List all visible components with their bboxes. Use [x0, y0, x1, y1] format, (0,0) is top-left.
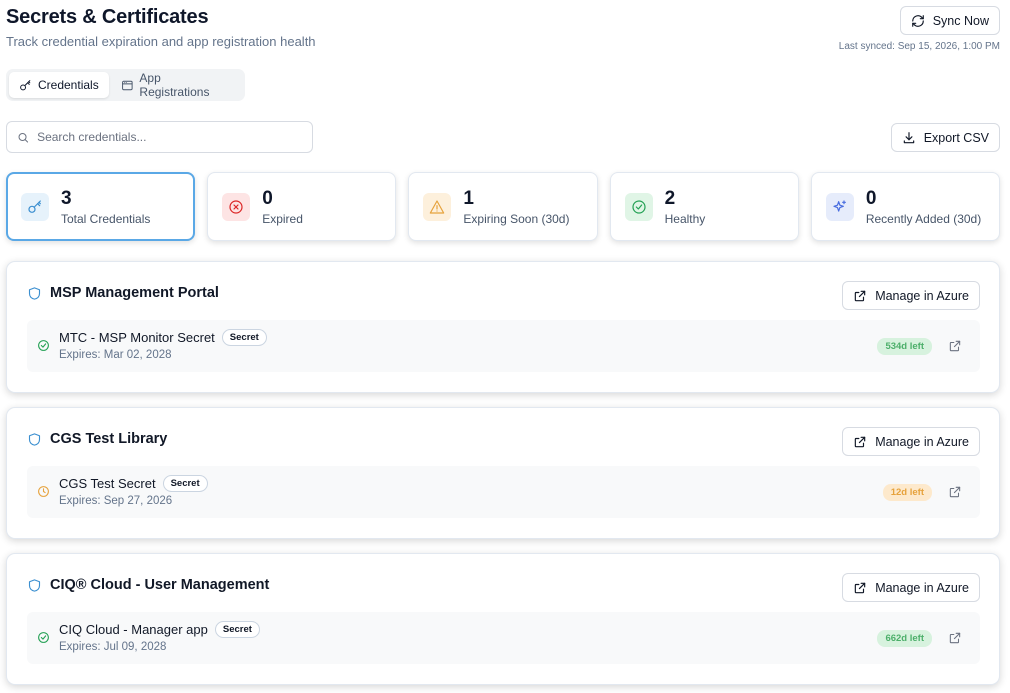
app-name: MSP Management Portal	[50, 285, 219, 301]
credential-expiry: Expires: Jul 09, 2028	[59, 641, 167, 653]
export-csv-button[interactable]: Export CSV	[890, 123, 1000, 152]
credential-type-badge: Secret	[221, 329, 267, 346]
app-card: CIQ® Cloud - User Management Manage in A…	[6, 553, 1000, 685]
stat-expiring-soon[interactable]: 1 Expiring Soon (30d)	[408, 172, 598, 241]
tab-credentials[interactable]: Credentials	[9, 72, 109, 98]
app-card-header: MSP Management Portal	[27, 285, 219, 301]
view-tabs: Credentials App Registrations	[6, 69, 245, 101]
sparkles-icon	[833, 199, 846, 212]
stat-icon-wrap	[21, 192, 49, 221]
app-card: MSP Management Portal Manage in Azure MT…	[6, 261, 1000, 393]
days-left-badge: 534d left	[877, 338, 932, 355]
stat-value: 0	[262, 187, 273, 209]
stats-row: 3 Total Credentials 0 Expired 1 Expiring…	[6, 172, 1001, 241]
tab-app-registrations-label: App Registrations	[139, 71, 210, 99]
shield-icon	[28, 286, 41, 300]
credential-status	[37, 339, 50, 352]
page-header: Secrets & Certificates Track credential …	[6, 6, 1000, 66]
external-link-icon	[949, 340, 961, 352]
manage-in-azure-button[interactable]: Manage in Azure	[842, 281, 980, 310]
last-synced-text: Last synced: Sep 15, 2026, 1:00 PM	[838, 41, 1000, 52]
credential-row: MTC - MSP Monitor Secret Secret Expires:…	[27, 320, 980, 372]
stat-value: 1	[463, 187, 474, 209]
search-input[interactable]	[37, 130, 302, 144]
open-credential-link[interactable]	[948, 339, 962, 353]
stat-icon-wrap	[423, 192, 452, 221]
credential-name: CGS Test Secret	[59, 476, 156, 491]
stat-label: Recently Added (30d)	[865, 211, 982, 226]
sync-now-button[interactable]: Sync Now	[899, 6, 1000, 35]
check-circle-icon	[632, 199, 646, 214]
clock-icon	[38, 486, 49, 497]
external-link-icon	[949, 486, 961, 498]
stat-recently-added[interactable]: 0 Recently Added (30d)	[810, 172, 1001, 241]
app-card: CGS Test Library Manage in Azure CGS Tes…	[6, 407, 1000, 539]
key-icon	[20, 79, 31, 90]
stat-healthy[interactable]: 2 Healthy	[609, 172, 799, 241]
stat-label: Expiring Soon (30d)	[463, 211, 570, 226]
stat-value: 2	[664, 187, 676, 209]
external-link-icon	[854, 290, 866, 301]
app-name: CGS Test Library	[50, 431, 168, 447]
days-left-badge: 12d left	[882, 484, 932, 501]
open-credential-link[interactable]	[948, 631, 962, 645]
search-icon	[18, 132, 29, 143]
stat-value: 0	[865, 187, 877, 209]
credential-name-line: CGS Test Secret Secret	[59, 475, 208, 492]
tab-credentials-label: Credentials	[38, 78, 99, 92]
manage-in-azure-button[interactable]: Manage in Azure	[842, 573, 980, 602]
app-card-header: CGS Test Library	[27, 431, 167, 447]
app-name: CIQ® Cloud - User Management	[50, 577, 270, 593]
sync-area: Sync Now Last synced: Sep 15, 2026, 1:00…	[839, 6, 1000, 52]
refresh-icon	[911, 14, 924, 27]
credential-row: CIQ Cloud - Manager app Secret Expires: …	[27, 612, 980, 664]
shield-icon	[28, 432, 41, 446]
check-circle-icon	[38, 632, 49, 643]
credential-type-badge: Secret	[162, 475, 208, 492]
manage-in-azure-button[interactable]: Manage in Azure	[842, 427, 980, 456]
stat-value: 3	[61, 187, 72, 209]
shield-icon	[28, 578, 41, 592]
tab-app-registrations[interactable]: App Registrations	[111, 71, 242, 99]
stat-icon-wrap	[222, 192, 251, 221]
download-icon	[903, 131, 914, 143]
stat-expired[interactable]: 0 Expired	[207, 172, 397, 241]
stat-icon-wrap	[624, 192, 653, 221]
window-icon	[121, 80, 133, 90]
stat-icon-wrap	[825, 192, 854, 221]
credential-name: MTC - MSP Monitor Secret	[59, 330, 215, 345]
external-link-icon	[854, 582, 866, 593]
manage-in-azure-label: Manage in Azure	[875, 434, 969, 449]
credential-name: CIQ Cloud - Manager app	[59, 622, 208, 637]
credential-type-badge: Secret	[214, 621, 260, 638]
credential-expiry: Expires: Sep 27, 2026	[59, 495, 173, 507]
manage-in-azure-label: Manage in Azure	[875, 288, 969, 303]
search-box	[6, 121, 313, 153]
stat-label: Expired	[262, 211, 303, 226]
stat-label: Total Credentials	[61, 211, 151, 226]
key-icon	[28, 199, 41, 213]
credential-status	[37, 631, 50, 644]
sync-now-label: Sync Now	[932, 13, 989, 28]
warning-icon	[430, 199, 445, 214]
app-card-header: CIQ® Cloud - User Management	[27, 577, 269, 593]
credential-row: CGS Test Secret Secret Expires: Sep 27, …	[27, 466, 980, 518]
manage-in-azure-label: Manage in Azure	[875, 580, 969, 595]
export-csv-label: Export CSV	[923, 130, 989, 145]
days-left-badge: 662d left	[877, 630, 932, 647]
external-link-icon	[854, 436, 866, 447]
x-circle-icon	[229, 199, 243, 214]
stat-total-credentials[interactable]: 3 Total Credentials	[6, 172, 196, 241]
open-credential-link[interactable]	[948, 485, 962, 499]
credential-name-line: MTC - MSP Monitor Secret Secret	[59, 329, 267, 346]
stat-label: Healthy	[664, 211, 706, 226]
check-circle-icon	[38, 340, 49, 351]
credential-expiry: Expires: Mar 02, 2028	[59, 349, 172, 361]
credential-name-line: CIQ Cloud - Manager app Secret	[59, 621, 260, 638]
external-link-icon	[949, 632, 961, 644]
credential-status	[37, 485, 50, 498]
